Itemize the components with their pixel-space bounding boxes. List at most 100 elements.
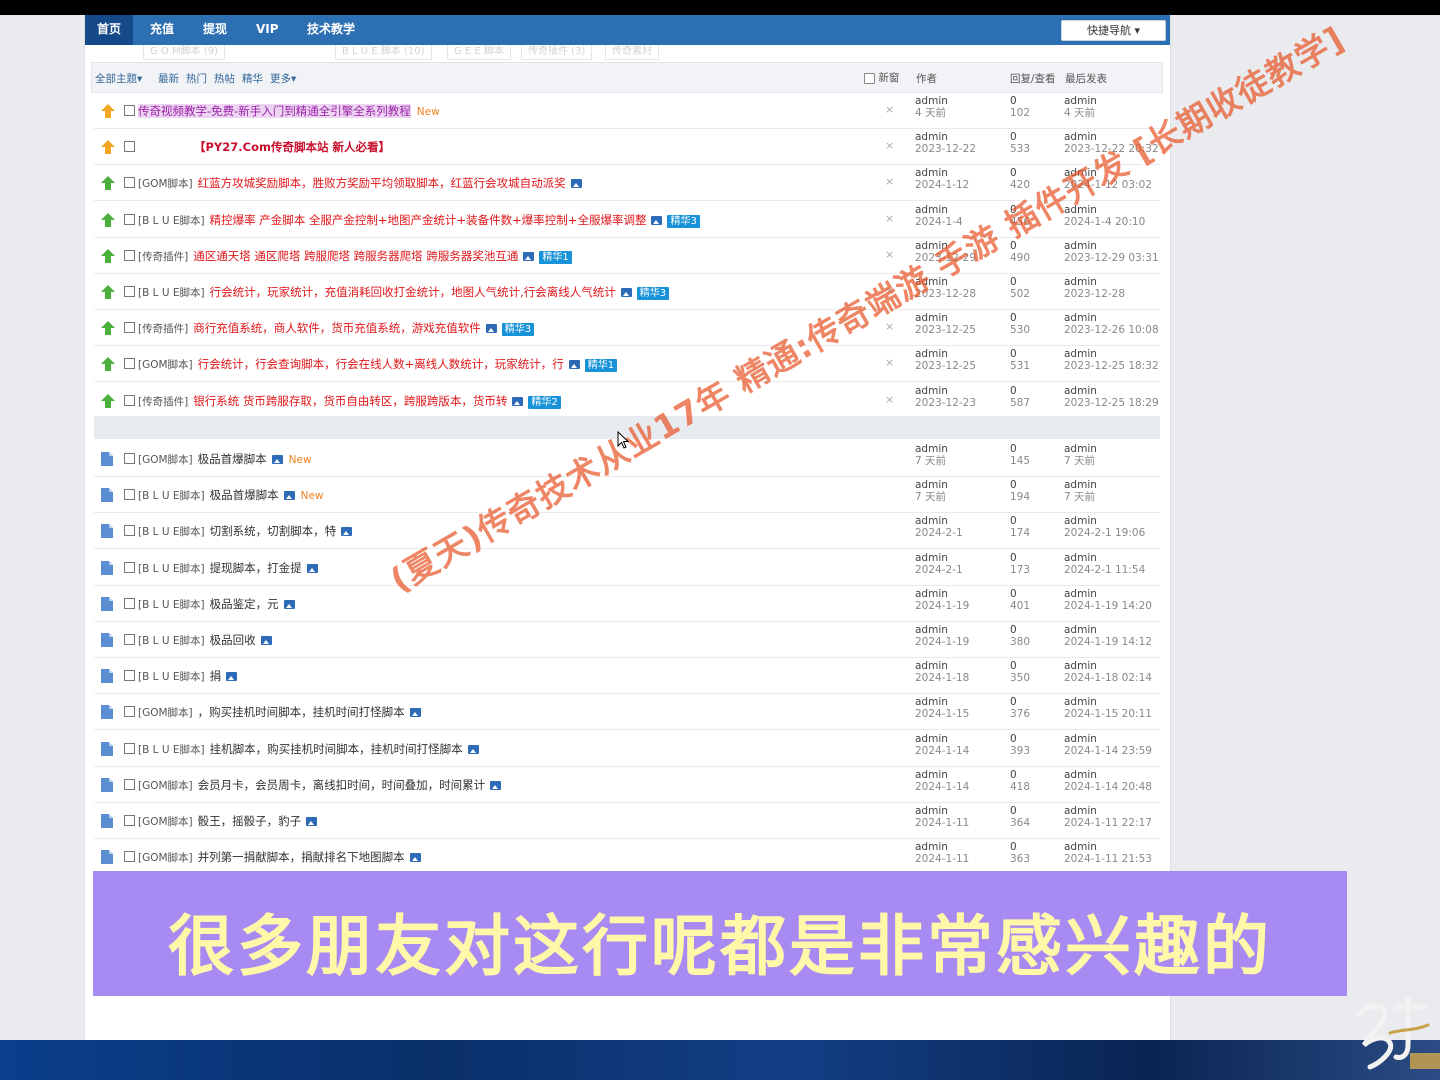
thread-title-link[interactable]: 会员月卡，会员周卡，离线扣时间，时间叠加，时间累计 bbox=[198, 778, 486, 792]
thread-title-link[interactable]: 骰王，摇骰子，豹子 bbox=[198, 814, 302, 828]
thread-row[interactable]: [GOM脚本] 会员月卡，会员周卡，离线扣时间，时间叠加，时间累计 admin 202… bbox=[94, 767, 1160, 803]
row-checkbox[interactable] bbox=[124, 249, 135, 261]
row-checkbox[interactable] bbox=[124, 670, 135, 682]
row-checkbox[interactable] bbox=[124, 561, 135, 573]
author-name[interactable]: admin bbox=[915, 385, 976, 397]
thread-row[interactable]: [GOM脚本] ，购买挂机时间脚本，挂机时间打怪脚本 admin 2024-1-15 0… bbox=[94, 694, 1160, 731]
author-name[interactable]: admin bbox=[915, 769, 969, 781]
thread-title-link[interactable]: 极品首爆脚本 bbox=[210, 488, 279, 502]
close-icon[interactable]: × bbox=[885, 139, 894, 152]
row-checkbox[interactable] bbox=[124, 742, 135, 754]
close-icon[interactable]: × bbox=[885, 248, 894, 261]
thread-row[interactable]: 传奇视频教学-免费-新手入门到精通全引擎全系列教程 New × admin 4 天前 0 1… bbox=[94, 93, 1160, 129]
row-checkbox[interactable] bbox=[124, 213, 135, 225]
author-name[interactable]: admin bbox=[915, 696, 969, 708]
last-post-user[interactable]: admin bbox=[1064, 240, 1159, 252]
author-name[interactable]: admin bbox=[915, 841, 969, 853]
thread-category[interactable]: [B L U E脚本] bbox=[138, 287, 205, 299]
last-post-date[interactable]: 2024-1-15 20:11 bbox=[1064, 708, 1152, 720]
row-checkbox[interactable] bbox=[124, 815, 135, 826]
last-post-date[interactable]: 2023-12-25 18:29 bbox=[1064, 397, 1159, 409]
row-checkbox[interactable] bbox=[124, 525, 135, 537]
row-checkbox[interactable] bbox=[124, 177, 135, 189]
thread-row[interactable]: [B L U E脚本] 极品首爆脚本 New admin 7 天前 0 194 admin 7 … bbox=[94, 477, 1160, 514]
author-name[interactable]: admin bbox=[915, 660, 969, 672]
last-post-date[interactable]: 2023-12-29 03:31 bbox=[1064, 252, 1159, 264]
thread-category[interactable]: [B L U E脚本] bbox=[138, 215, 205, 227]
thread-row[interactable]: [GOM脚本] 行会统计，行会查询脚本，行会在线人数+离线人数统计，玩家统计，行 精… bbox=[94, 346, 1160, 383]
thread-title-link[interactable]: 极品首爆脚本 bbox=[198, 452, 267, 466]
last-post-date[interactable]: 7 天前 bbox=[1064, 491, 1097, 503]
last-post-date[interactable]: 7 天前 bbox=[1064, 455, 1097, 467]
thread-category[interactable]: [GOM脚本] bbox=[138, 359, 193, 371]
thread-title-link[interactable]: 行会统计，行会查询脚本，行会在线人数+离线人数统计，玩家统计，行 bbox=[198, 357, 564, 371]
thread-title-link[interactable]: 红蓝方攻城奖励脚本，胜败方奖励平均领取脚本，红蓝行会攻城自动派奖 bbox=[198, 176, 566, 190]
close-icon[interactable]: × bbox=[885, 103, 894, 116]
quick-nav-button[interactable]: 快捷导航 ▾ bbox=[1061, 20, 1166, 41]
row-checkbox[interactable] bbox=[124, 286, 135, 297]
thread-title-link[interactable]: 挂机脚本，购买挂机时间脚本，挂机时间打怪脚本 bbox=[210, 742, 463, 756]
thread-row[interactable]: [传奇插件] 商行充值系统，商人软件，货币充值系统，游戏充值软件 精华3 × admin… bbox=[94, 310, 1160, 347]
row-checkbox[interactable] bbox=[124, 453, 135, 464]
author-name[interactable]: admin bbox=[915, 588, 969, 600]
thread-category[interactable]: [传奇插件] bbox=[138, 323, 188, 335]
ghost-tab[interactable]: 传奇素材 bbox=[605, 45, 659, 60]
row-checkbox[interactable] bbox=[124, 105, 135, 116]
last-post-user[interactable]: admin bbox=[1064, 660, 1152, 672]
close-icon[interactable]: × bbox=[885, 393, 894, 406]
last-post-date[interactable]: 2024-1-11 22:17 bbox=[1064, 817, 1152, 829]
thread-title-link[interactable]: 极品回收 bbox=[210, 633, 256, 647]
author-name[interactable]: admin bbox=[915, 733, 969, 745]
last-post-user[interactable]: admin bbox=[1064, 479, 1097, 491]
last-post-date[interactable]: 2024-1-11 21:53 bbox=[1064, 853, 1152, 865]
thread-row[interactable]: [B L U E脚本] 极品回收 admin 2024-1-19 0 380 admin 20… bbox=[94, 622, 1160, 658]
last-post-date[interactable]: 2024-1-4 20:10 bbox=[1064, 216, 1145, 228]
filter-digest[interactable]: 精华 bbox=[242, 71, 263, 86]
author-name[interactable]: admin bbox=[915, 805, 969, 817]
close-icon[interactable]: × bbox=[885, 212, 894, 225]
thread-category[interactable]: [B L U E脚本] bbox=[138, 526, 205, 538]
last-post-date[interactable]: 2023-12-28 bbox=[1064, 288, 1125, 300]
filter-heat[interactable]: 热帖 bbox=[214, 71, 235, 86]
thread-category[interactable]: [传奇插件] bbox=[138, 396, 188, 408]
last-post-date[interactable]: 4 天前 bbox=[1064, 107, 1097, 119]
author-name[interactable]: admin bbox=[915, 624, 969, 636]
thread-row[interactable]: [B L U E脚本] 挂机脚本，购买挂机时间脚本，挂机时间打怪脚本 admin 20… bbox=[94, 731, 1160, 767]
ghost-tab[interactable]: G O M脚本 (9) bbox=[143, 45, 225, 60]
filter-more[interactable]: 更多▾ bbox=[270, 71, 296, 86]
row-checkbox[interactable] bbox=[124, 597, 135, 609]
last-post-user[interactable]: admin bbox=[1064, 312, 1159, 324]
row-checkbox[interactable] bbox=[124, 322, 135, 334]
author-name[interactable]: admin bbox=[915, 131, 976, 143]
thread-row[interactable]: [GOM脚本] 骰王，摇骰子，豹子 admin 2024-1-11 0 364 admin 2… bbox=[94, 803, 1160, 839]
thread-title-link[interactable]: ，购买挂机时间脚本，挂机时间打怪脚本 bbox=[198, 705, 405, 719]
author-name[interactable]: admin bbox=[915, 95, 948, 107]
ghost-tab[interactable]: G E E 脚本 bbox=[447, 45, 511, 60]
last-post-user[interactable]: admin bbox=[1064, 443, 1097, 455]
close-icon[interactable]: × bbox=[885, 175, 894, 188]
close-icon[interactable]: × bbox=[885, 356, 894, 369]
row-checkbox[interactable] bbox=[124, 706, 135, 718]
last-post-date[interactable]: 2023-12-26 10:08 bbox=[1064, 324, 1159, 336]
last-post-user[interactable]: admin bbox=[1064, 805, 1152, 817]
thread-title-link[interactable]: 银行系统 货币跨服存取，货币自由转区，跨服跨版本，货币转 bbox=[193, 394, 507, 408]
last-post-user[interactable]: admin bbox=[1064, 624, 1152, 636]
thread-category[interactable]: [GOM脚本] bbox=[138, 707, 193, 719]
nav-home[interactable]: 首页 bbox=[85, 15, 134, 45]
last-post-user[interactable]: admin bbox=[1064, 841, 1152, 853]
thread-row[interactable]: [B L U E脚本] 行会统计，玩家统计，充值消耗回收打金统计，地图人气统计,行… bbox=[94, 274, 1160, 310]
ghost-tab[interactable]: 传奇插件 (3) bbox=[521, 45, 593, 60]
thread-row[interactable]: [传奇插件] 银行系统 货币跨服存取，货币自由转区，跨服跨版本，货币转 精华2 × ad… bbox=[94, 383, 1160, 419]
nav-recharge[interactable]: 充值 bbox=[138, 15, 186, 45]
thread-title-link[interactable]: 【PY27.Com传奇脚本站 新人必看】 bbox=[194, 140, 390, 154]
thread-row[interactable]: [B L U E脚本] 捐 admin 2024-1-18 0 350 admin 2024-… bbox=[94, 658, 1160, 695]
row-checkbox[interactable] bbox=[124, 851, 135, 863]
last-post-date[interactable]: 2024-1-19 14:20 bbox=[1064, 600, 1152, 612]
author-name[interactable]: admin bbox=[915, 204, 963, 216]
thread-title-link[interactable]: 传奇视频教学-免费-新手入门到精通全引擎全系列教程 bbox=[138, 104, 411, 118]
thread-row[interactable]: [B L U E脚本] 提现脚本，打金提 admin 2024-2-1 0 173 admi… bbox=[94, 550, 1160, 586]
last-post-date[interactable]: 2024-1-18 02:14 bbox=[1064, 672, 1152, 684]
row-checkbox[interactable] bbox=[124, 394, 135, 406]
filter-latest[interactable]: 最新 bbox=[158, 71, 179, 86]
last-post-user[interactable]: admin bbox=[1064, 276, 1125, 288]
